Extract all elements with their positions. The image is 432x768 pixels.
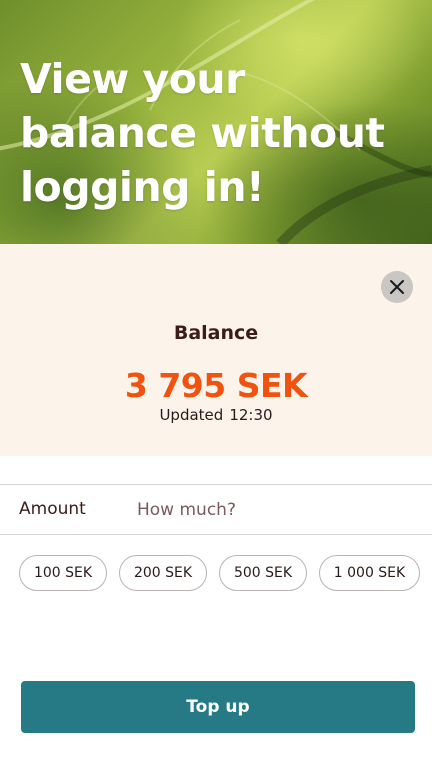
updated-label: Updated: [159, 406, 224, 424]
close-button[interactable]: [381, 271, 413, 303]
amount-input[interactable]: [130, 490, 417, 530]
quick-amount-500[interactable]: 500 SEK: [219, 555, 307, 591]
divider-bottom: [0, 534, 432, 535]
quick-amount-200[interactable]: 200 SEK: [119, 555, 207, 591]
close-icon: [390, 280, 404, 294]
hero-banner: View your balance without logging in!: [0, 0, 432, 244]
top-up-button[interactable]: Top up: [21, 681, 415, 733]
balance-updated: Updated 12:30: [0, 406, 432, 424]
quick-amount-1000[interactable]: 1 000 SEK: [319, 555, 420, 591]
quick-amount-100[interactable]: 100 SEK: [19, 555, 107, 591]
hero-title: View your balance without logging in!: [20, 55, 385, 211]
balance-amount: 3 795 SEK: [124, 366, 308, 405]
updated-time: 12:30: [229, 406, 273, 424]
divider-top: [0, 484, 432, 485]
amount-label: Amount: [19, 499, 86, 519]
quick-amounts: 100 SEK 200 SEK 500 SEK 1 000 SEK: [0, 555, 432, 593]
balance-panel: [0, 244, 432, 456]
balance-label: Balance: [173, 322, 259, 344]
